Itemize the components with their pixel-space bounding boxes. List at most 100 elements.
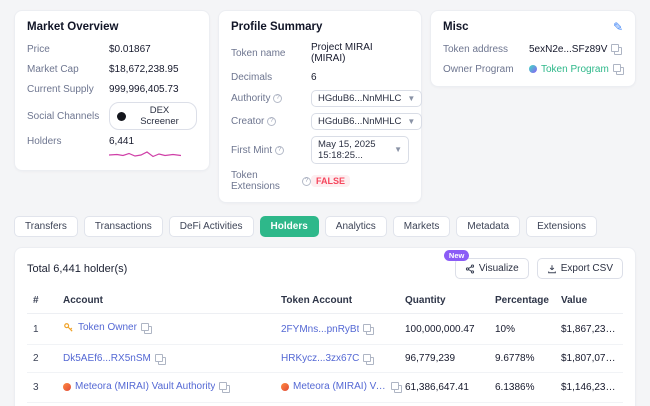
value-cell: $1,807,072.89 — [561, 344, 623, 373]
owner-program-link[interactable]: Token Program — [529, 64, 609, 75]
tab-extensions[interactable]: Extensions — [526, 216, 597, 237]
token-account-link[interactable]: Meteora (MIRAI) Vault — [293, 381, 387, 392]
decimals-value: 6 — [311, 71, 317, 83]
value-cell: $1,138,688.71 — [561, 402, 623, 406]
quantity-cell: 100,000,000.47 — [405, 313, 495, 345]
token-extensions-badge: FALSE — [311, 175, 351, 187]
owner-program-row: Owner Program Token Program — [443, 62, 624, 76]
token-address-label: Token address — [443, 43, 509, 55]
token-account-link[interactable]: HRKycz...3zx67C — [281, 353, 359, 364]
copy-icon[interactable] — [612, 64, 624, 75]
column-header[interactable]: # — [27, 288, 63, 314]
dex-screener-icon — [117, 111, 126, 121]
chevron-down-icon: ▼ — [407, 116, 416, 126]
rank-cell: 3 — [27, 372, 63, 403]
tab-metadata[interactable]: Metadata — [456, 216, 521, 237]
owner-program-label: Owner Program — [443, 63, 514, 75]
token-name-row: Token name Project MIRAI (MIRAI) — [231, 42, 409, 64]
info-icon[interactable] — [275, 145, 285, 155]
percentage-cell: 6.1386% — [495, 372, 561, 403]
edit-pencil-icon[interactable]: ✎ — [613, 21, 623, 33]
token-address-row: Token address 5exN2e...SFz89V — [443, 42, 623, 56]
token-account-link[interactable]: 2FYMns...pnRyBt — [281, 324, 359, 335]
supply-row: Current Supply 999,996,405.73 — [27, 82, 197, 96]
profile-summary-title: Profile Summary — [231, 21, 323, 33]
column-header[interactable]: Token Account — [281, 288, 405, 314]
market-cap-label: Market Cap — [27, 63, 79, 75]
tab-holders[interactable]: Holders — [259, 216, 319, 237]
price-label: Price — [27, 43, 50, 55]
supply-label: Current Supply — [27, 83, 94, 95]
section-tabs: Transfers Transactions DeFi Activities Hold… — [14, 216, 636, 237]
tab-transactions[interactable]: Transactions — [83, 216, 163, 237]
token-extensions-label: Token Extensions — [231, 170, 311, 192]
creator-select[interactable]: HGduB6...NnMHLC ▼ — [311, 113, 423, 130]
market-overview-card: Market Overview Price $0.01867 Market Ca… — [14, 10, 210, 171]
summary-cards-row: Market Overview Price $0.01867 Market Ca… — [14, 10, 636, 203]
token-page: Market Overview Price $0.01867 Market Ca… — [0, 0, 650, 406]
dex-screener-label: DEX Screener — [140, 105, 179, 127]
authority-label: Authority — [231, 93, 311, 104]
holders-table-header: # Account Token Account Quantity Percentage V… — [27, 288, 623, 314]
tab-analytics[interactable]: Analytics — [324, 216, 387, 237]
social-label: Social Channels — [27, 110, 100, 122]
quantity-cell: 96,779,239 — [405, 344, 495, 373]
first-mint-row: First Mint May 15, 2025 15:18:25... ▼ — [231, 136, 409, 164]
export-csv-button[interactable]: Export CSV — [536, 258, 623, 279]
account-cell: A4kjVf...XVH22N — [63, 402, 281, 406]
supply-value: 999,996,405.73 — [109, 83, 179, 95]
profile-summary-card: Profile Summary Token name Project MIRAI… — [218, 10, 423, 203]
value-cell: $1,867,230.61 — [561, 313, 623, 345]
quantity-cell: 61,386,647.41 — [405, 372, 495, 403]
token-account-cell: Meteora (MIRAI) Vault — [281, 372, 405, 403]
holders-label: Holders — [27, 136, 62, 147]
account-cell: Dk5AEf6...RX5nSM — [63, 344, 281, 373]
column-header[interactable]: Quantity — [405, 288, 495, 314]
account-link[interactable]: Dk5AEf6...RX5nSM — [63, 353, 151, 364]
table-row: 2 Dk5AEf6...RX5nSM HRKycz...3zx67C 96,779,2… — [27, 344, 623, 373]
table-row: 1 Token Owner 2FYMns...pnRyBt 100,000,000.4… — [27, 313, 623, 345]
copy-icon[interactable] — [363, 353, 375, 365]
rank-cell: 1 — [27, 313, 63, 345]
chevron-down-icon: ▼ — [394, 145, 402, 154]
holders-row: Holders 6,441 — [27, 136, 197, 160]
copy-icon[interactable] — [363, 324, 375, 335]
holders-table: # Account Token Account Quantity Percentage V… — [27, 288, 623, 406]
creator-row: Creator HGduB6...NnMHLC ▼ — [231, 113, 423, 130]
holders-panel-top: Total 6,441 holder(s) New Visualize Expo… — [27, 250, 623, 279]
account-link[interactable]: Meteora (MIRAI) Vault Authority — [75, 381, 215, 392]
dex-screener-button[interactable]: DEX Screener — [109, 102, 197, 130]
token-address-value: 5exN2e...SFz89V — [529, 43, 608, 55]
copy-icon[interactable] — [154, 353, 166, 365]
price-value: $0.01867 — [109, 43, 151, 55]
info-icon[interactable] — [302, 176, 311, 186]
info-icon[interactable] — [267, 117, 277, 126]
holders-sparkline — [109, 151, 181, 158]
authority-select[interactable]: HGduB6...NnMHLC ▼ — [311, 90, 423, 107]
column-header[interactable]: Value — [561, 288, 623, 314]
token-name-link[interactable]: Project MIRAI (MIRAI) — [311, 42, 409, 64]
chevron-down-icon: ▼ — [407, 93, 416, 103]
token-program-icon — [529, 65, 537, 73]
decimals-row: Decimals 6 — [231, 70, 409, 84]
copy-icon[interactable] — [611, 44, 623, 55]
column-header[interactable]: Percentage — [495, 288, 561, 314]
column-header[interactable]: Account — [63, 288, 281, 314]
meteora-icon — [63, 382, 71, 391]
visualize-button[interactable]: New Visualize — [443, 250, 529, 279]
account-link[interactable]: Token Owner — [78, 322, 137, 333]
decimals-label: Decimals — [231, 71, 273, 83]
holders-actions: New Visualize Export CSV — [443, 250, 623, 279]
tab-transfers[interactable]: Transfers — [14, 216, 78, 237]
first-mint-select[interactable]: May 15, 2025 15:18:25... ▼ — [311, 136, 409, 164]
tab-markets[interactable]: Markets — [392, 216, 451, 237]
copy-icon[interactable] — [140, 322, 152, 334]
rank-cell: 4 — [27, 402, 63, 406]
token-account-cell: HRKycz...3zx67C — [281, 344, 405, 373]
holders-panel: Total 6,441 holder(s) New Visualize Expo… — [14, 247, 636, 406]
info-icon[interactable] — [273, 94, 283, 103]
copy-icon[interactable] — [391, 381, 402, 393]
tab-defi-activities[interactable]: DeFi Activities — [168, 216, 254, 237]
account-cell: Token Owner — [63, 313, 281, 345]
copy-icon[interactable] — [219, 381, 231, 393]
